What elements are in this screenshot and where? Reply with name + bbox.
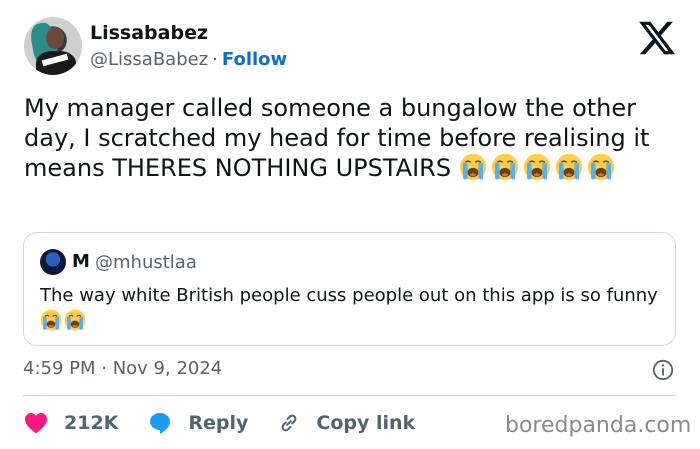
tweet-emojis (459, 153, 619, 182)
quoted-author-avatar[interactable] (40, 249, 66, 275)
author-handle[interactable]: @LissaBabez (90, 49, 208, 70)
quoted-author-name[interactable]: M (72, 251, 90, 272)
follow-button[interactable]: Follow (222, 49, 287, 70)
link-icon (281, 414, 297, 432)
tweet-timestamp[interactable]: 4:59 PM · Nov 9, 2024 (23, 358, 222, 379)
author-name[interactable]: Lissababez (90, 22, 208, 44)
loudly-crying-face-icon (64, 309, 86, 331)
loudly-crying-face-icon (459, 153, 486, 181)
separator-dot: · (212, 49, 218, 70)
loudly-crying-face-icon (555, 153, 582, 181)
like-button[interactable]: 212K (24, 412, 118, 434)
heart-icon (25, 413, 47, 434)
avatar-face (46, 27, 64, 49)
quoted-tweet[interactable]: M @mhustlaa The way white British people… (23, 232, 676, 346)
info-icon[interactable] (652, 359, 674, 381)
quoted-emojis (40, 309, 88, 332)
loudly-crying-face-icon (491, 153, 518, 181)
reply-button[interactable]: Reply (148, 411, 248, 435)
like-count: 212K (64, 412, 119, 434)
author-handle-row: @LissaBabez · Follow (90, 49, 287, 70)
x-logo-icon[interactable] (637, 18, 677, 58)
action-bar: 212K Reply Copy link (24, 410, 445, 436)
watermark: boredpanda.com (505, 413, 692, 438)
reply-bubble-icon (150, 413, 171, 434)
author-avatar[interactable] (24, 17, 82, 75)
tweet-text: My manager called someone a bungalow the… (24, 93, 684, 183)
quoted-text-body: The way white British people cuss people… (40, 285, 658, 306)
divider (23, 395, 676, 396)
loudly-crying-face-icon (587, 153, 614, 181)
quoted-author-handle[interactable]: @mhustlaa (95, 252, 197, 273)
loudly-crying-face-icon (523, 153, 550, 181)
copy-link-label: Copy link (316, 412, 416, 434)
reply-label: Reply (188, 412, 249, 434)
quoted-tweet-text: The way white British people cuss people… (40, 283, 660, 335)
copy-link-button[interactable]: Copy link (278, 412, 415, 434)
loudly-crying-face-icon (40, 309, 62, 331)
